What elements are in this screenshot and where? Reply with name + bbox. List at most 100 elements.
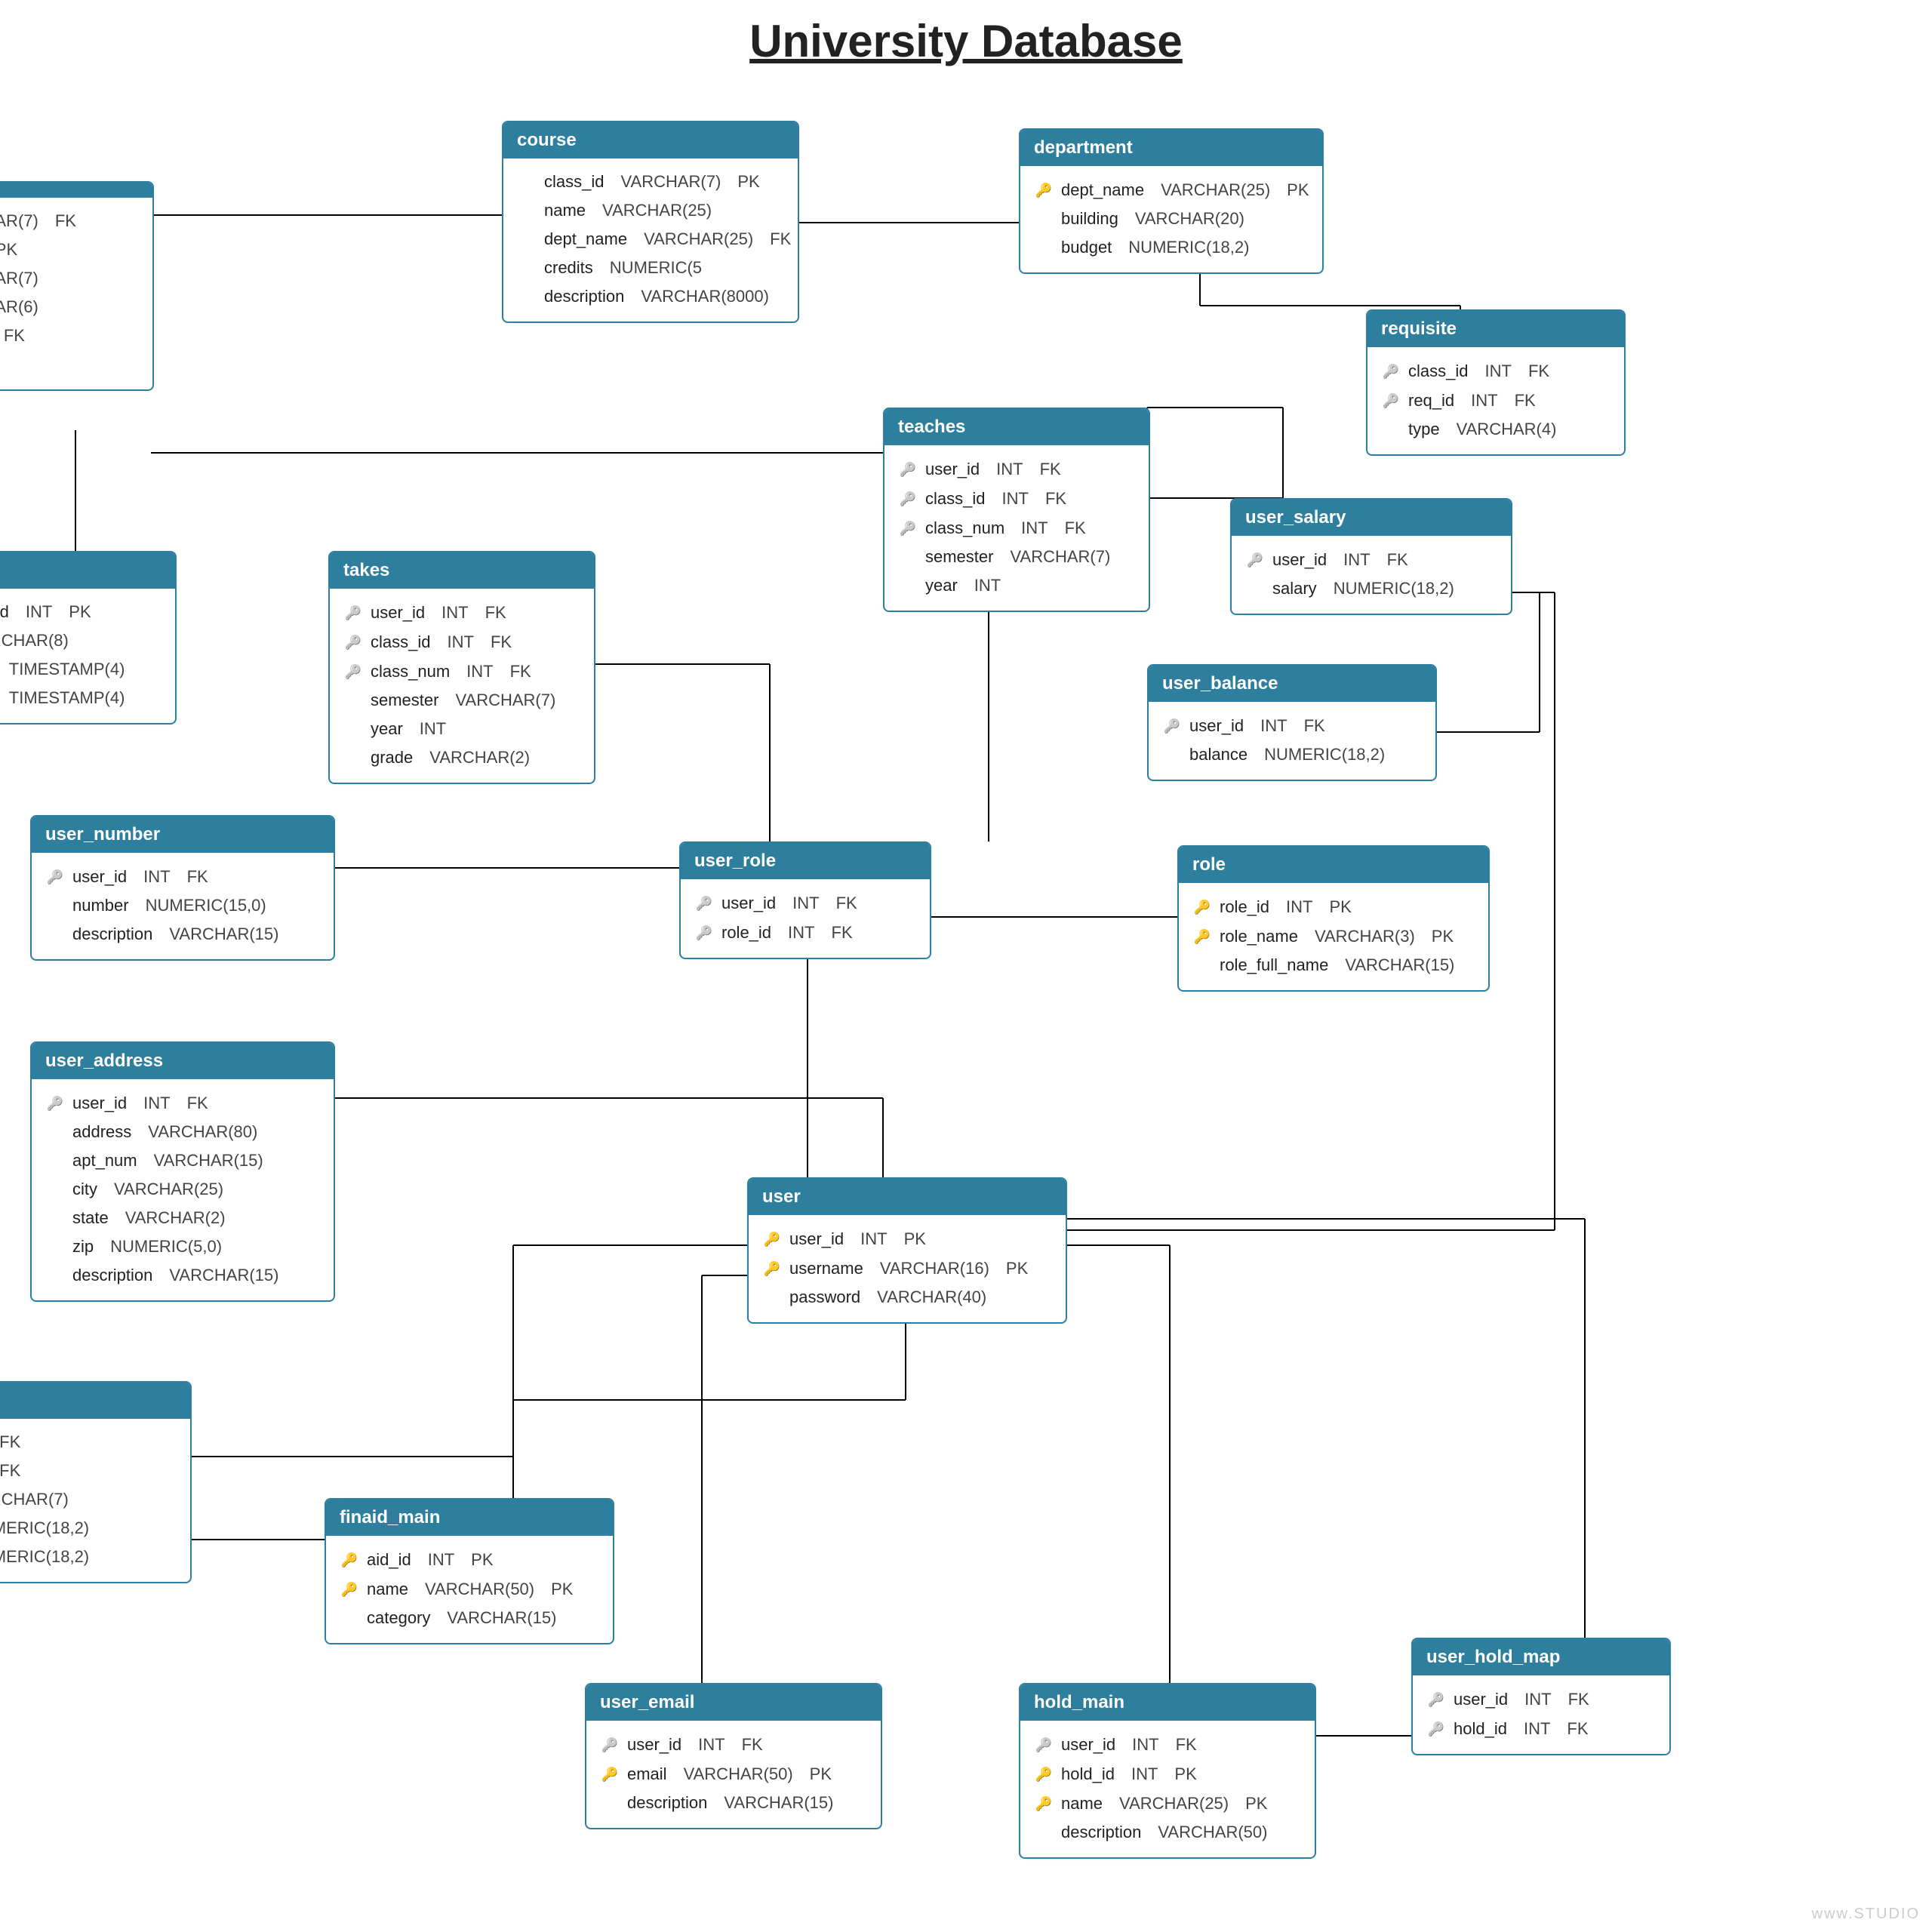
entity-header: user_role (681, 843, 930, 879)
column-type: VARCHAR(7) (620, 168, 721, 196)
column-name: semester (925, 543, 993, 571)
column-name: class_id (371, 628, 430, 657)
column-type: VARCHAR(50) (425, 1575, 534, 1604)
column-name: grade (371, 743, 413, 772)
column-type: VARCHAR(25) (644, 225, 753, 254)
entity-body: dept_nameVARCHAR(25)PKbuildingVARCHAR(20… (1020, 166, 1322, 272)
column-tag: PK (904, 1225, 926, 1254)
entity-user_email[interactable]: user_emailuser_idINTFKemailVARCHAR(50)PK… (585, 1683, 882, 1829)
entity-finaid_main[interactable]: finaid_mainaid_idINTPKnameVARCHAR(50)PKc… (325, 1498, 614, 1644)
table-row: _slot_idINTPK (0, 598, 162, 626)
column-type: VARCHAR(7) (0, 207, 38, 235)
entity-user_hold_map[interactable]: user_hold_mapuser_idINTFKhold_idINTFK (1411, 1638, 1671, 1755)
column-tag: FK (1045, 485, 1066, 513)
column-type: VARCHAR(6) (0, 293, 38, 321)
entity-requisite[interactable]: requisiteclass_idINTFKreq_idINTFKtypeVAR… (1366, 309, 1626, 456)
table-row: mINTPK (0, 235, 139, 264)
entity-body: INT FKINT FKVARCHAR(7)NUMERIC(18,2)NUMER… (0, 1419, 190, 1582)
column-tag: FK (832, 918, 853, 947)
column-type: VARCHAR(7) (455, 686, 555, 715)
entity-header (0, 183, 152, 198)
column-type: NUMERIC(18,2) (1334, 574, 1454, 603)
entity-body: VARCHAR(7)FKmINTPKVARCHAR(7)VARCHAR(6)_i… (0, 198, 152, 389)
column-type: INT (1021, 514, 1048, 543)
key-icon (1034, 175, 1054, 205)
column-type: VARCHAR(2) (125, 1204, 226, 1232)
entity-department[interactable]: departmentdept_nameVARCHAR(25)PKbuilding… (1019, 128, 1324, 274)
table-row: yearINT (343, 715, 580, 743)
entity-user_address[interactable]: user_addressuser_idINTFKaddressVARCHAR(8… (30, 1041, 335, 1302)
column-name: class_num (925, 514, 1004, 543)
table-row: descriptionVARCHAR(8000) (517, 282, 784, 311)
entity-user_number[interactable]: user_numberuser_idINTFKnumberNUMERIC(15,… (30, 815, 335, 961)
column-tag: FK (55, 207, 76, 235)
table-row: INT (0, 350, 139, 379)
column-tag: FK (1567, 1715, 1588, 1743)
key-icon (340, 1574, 359, 1604)
table-row: balanceNUMERIC(18,2) (1162, 740, 1422, 769)
table-row: INT FK (0, 1457, 177, 1485)
table-row: nameVARCHAR(50)PK (340, 1574, 599, 1604)
table-row: creditsNUMERIC(5 (517, 254, 784, 282)
column-name: password (789, 1283, 860, 1312)
entity-body: class_idVARCHAR(7)PKnameVARCHAR(25)dept_… (503, 158, 798, 321)
column-type: NUMERIC(18,2) (0, 1543, 89, 1571)
column-name: user_id (1454, 1685, 1508, 1714)
column-tag: PK (471, 1546, 493, 1574)
column-name: dept_name (544, 225, 627, 254)
column-type: NUMERIC(5 (610, 254, 702, 282)
column-tag: FK (491, 628, 512, 657)
column-type: INT (441, 598, 468, 627)
key-icon (762, 1224, 782, 1254)
column-tag: FK (1515, 386, 1536, 415)
table-row: role_full_nameVARCHAR(15) (1192, 951, 1475, 980)
column-name: description (627, 1789, 707, 1817)
entity-body: user_idINTPKusernameVARCHAR(16)PKpasswor… (749, 1215, 1066, 1322)
column-type: VARCHAR(80) (148, 1118, 257, 1146)
column-name: budget (1061, 233, 1112, 262)
column-type: INT (1001, 485, 1028, 513)
table-row: zipNUMERIC(5,0) (45, 1232, 320, 1261)
column-type: VARCHAR(7) (0, 264, 38, 293)
entity-user[interactable]: useruser_idINTPKusernameVARCHAR(16)PKpas… (747, 1177, 1067, 1324)
table-row: hold_idINTFK (1426, 1714, 1656, 1743)
column-type: VARCHAR(15) (724, 1789, 833, 1817)
column-name: role_full_name (1220, 951, 1328, 980)
column-name: role_id (721, 918, 771, 947)
entity-body: user_idINTFKclass_idINTFKclass_numINTFKs… (884, 445, 1149, 611)
table-row: user_idINTFK (1426, 1684, 1656, 1714)
column-tag: FK (1065, 514, 1086, 543)
key-icon (1192, 921, 1212, 951)
entity-user_salary[interactable]: user_salaryuser_idINTFKsalaryNUMERIC(18,… (1230, 498, 1512, 615)
table-row: VARCHAR(8) (0, 626, 162, 655)
entity-body: role_idINTPKrole_nameVARCHAR(3)PKrole_fu… (1179, 883, 1488, 990)
entity-slot[interactable]: slot_slot_idINTPKVARCHAR(8)_timeTIMESTAM… (0, 551, 177, 724)
entity-takes[interactable]: takesuser_idINTFKclass_idINTFKclass_numI… (328, 551, 595, 784)
entity-hold_main[interactable]: hold_mainuser_idINTFKhold_idINTPKnameVAR… (1019, 1683, 1316, 1859)
table-row: aid_idINTPK (340, 1545, 599, 1574)
entity-user_role[interactable]: user_roleuser_idINTFKrole_idINTFK (679, 841, 931, 959)
key-icon (762, 1254, 782, 1283)
table-row: role_idINTFK (694, 918, 916, 947)
table-row: salaryNUMERIC(18,2) (1245, 574, 1497, 603)
column-tag: PK (1006, 1254, 1028, 1283)
entity-user_balance[interactable]: user_balanceuser_idINTFKbalanceNUMERIC(1… (1147, 664, 1437, 781)
entity-role[interactable]: rolerole_idINTPKrole_nameVARCHAR(3)PKrol… (1177, 845, 1490, 992)
column-name: description (72, 1261, 152, 1290)
table-row: apt_numVARCHAR(15) (45, 1146, 320, 1175)
entity-course[interactable]: courseclass_idVARCHAR(7)PKnameVARCHAR(25… (502, 121, 799, 323)
table-row: semesterVARCHAR(7) (343, 686, 580, 715)
entity-header: user_salary (1232, 500, 1511, 536)
column-type: INT (1131, 1760, 1158, 1789)
entity-section[interactable]: VARCHAR(7)FKmINTPKVARCHAR(7)VARCHAR(6)_i… (0, 181, 154, 391)
column-name: description (72, 920, 152, 949)
column-tag: PK (1330, 893, 1352, 921)
entity-d_map[interactable]: d_mapINT FKINT FKVARCHAR(7)NUMERIC(18,2)… (0, 1381, 192, 1583)
entity-body: user_idINTFKclass_idINTFKclass_numINTFKs… (330, 589, 594, 783)
column-type: VARCHAR(8000) (641, 282, 769, 311)
table-row: user_idINTFK (898, 454, 1135, 484)
column-name: user_id (72, 1089, 127, 1118)
column-name: type (1408, 415, 1440, 444)
entity-teaches[interactable]: teachesuser_idINTFKclass_idINTFKclass_nu… (883, 408, 1150, 612)
table-row: class_idINTFK (898, 484, 1135, 513)
